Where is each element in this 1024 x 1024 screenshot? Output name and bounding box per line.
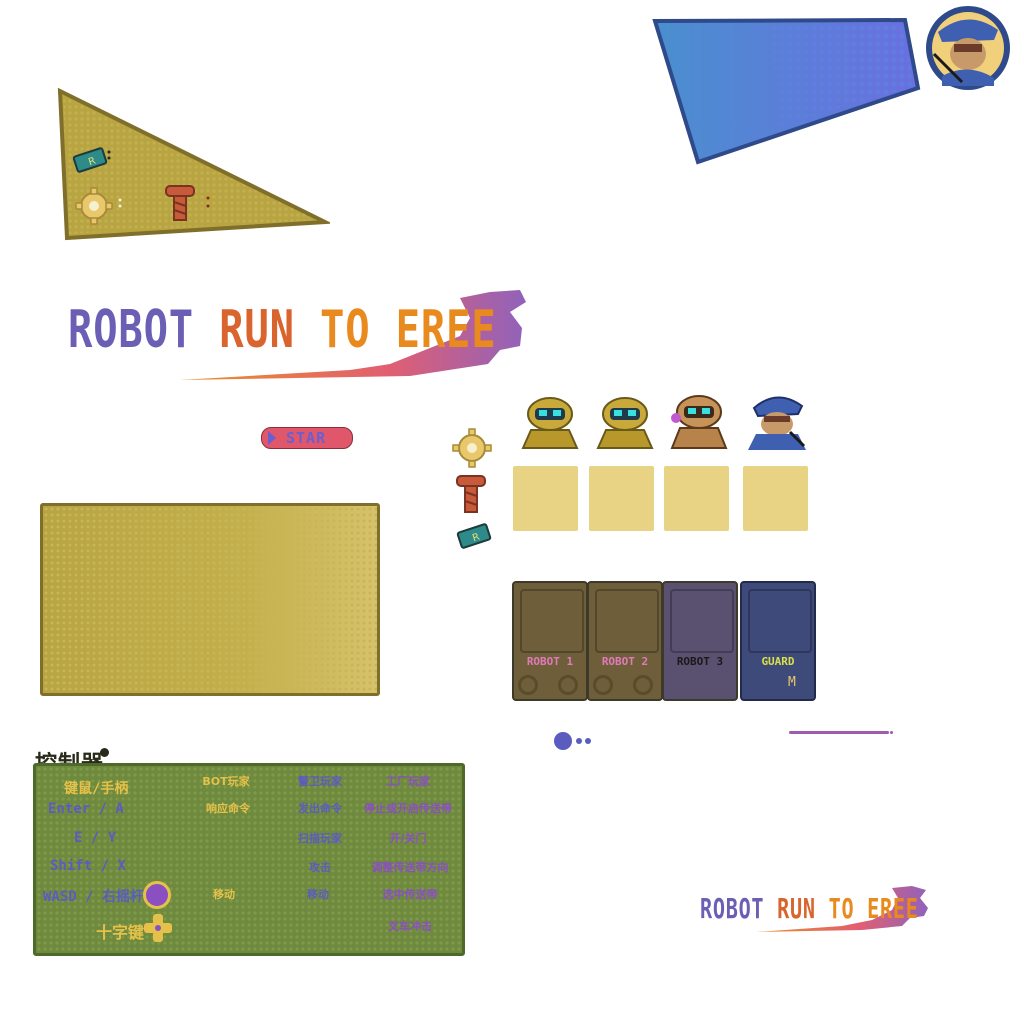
loading-dot <box>554 732 572 750</box>
player-card-robot-2[interactable]: ROBOT 2 <box>587 581 663 701</box>
player-card-robot-1[interactable]: ROBOT 1 <box>512 581 588 701</box>
inventory-slot[interactable] <box>743 466 808 531</box>
card-label: ROBOT 3 <box>676 655 724 668</box>
card-label: ROBOT 2 <box>601 655 649 668</box>
card-label: ROBOT 1 <box>526 655 574 668</box>
robot-icon <box>521 397 579 449</box>
gear-icon <box>75 187 122 225</box>
card-label: GUARD <box>761 655 795 668</box>
control-key: E / Y <box>74 830 117 846</box>
robot-icon <box>670 395 728 449</box>
controls-heading-dot <box>100 748 109 757</box>
column-header-guard: 警卫玩家 <box>298 775 342 788</box>
game-title: ROBOT RUN TO EREE <box>68 300 497 360</box>
control-cell: 移动 <box>213 888 235 901</box>
column-header-bot: BOT玩家 <box>202 775 250 788</box>
column-header-factory: 工厂玩家 <box>386 775 430 788</box>
inventory-slot[interactable] <box>513 466 578 531</box>
inventory-slot[interactable] <box>664 466 729 531</box>
loading-dot <box>576 738 582 744</box>
joystick-icon <box>143 881 171 909</box>
control-key: 键鼠/手柄 <box>64 781 129 797</box>
control-cell: 停止或开启传送带 <box>364 802 452 815</box>
gear-icon <box>593 675 613 695</box>
control-cell: 叉车冲击 <box>388 920 432 933</box>
robot-icon <box>596 397 654 449</box>
gear-icon <box>633 675 653 695</box>
control-cell: 选中传送带 <box>382 888 438 901</box>
dpad-icon <box>144 914 172 942</box>
control-key: Shift / X <box>50 858 126 874</box>
player-card-guard[interactable]: GUARD M <box>740 581 816 701</box>
inventory-slot[interactable] <box>589 466 654 531</box>
info-panel <box>40 503 380 696</box>
screw-icon <box>165 185 210 221</box>
guard-status-panel <box>652 17 921 165</box>
play-icon <box>268 431 276 445</box>
control-cell: 移动 <box>307 888 329 901</box>
progress-line <box>789 731 889 734</box>
control-cell: 调整传送带方向 <box>371 861 449 874</box>
control-key: Enter / A <box>48 801 124 817</box>
gear-icon <box>558 675 578 695</box>
control-key: WASD / 右摇杆 <box>43 889 145 905</box>
progress-line-end <box>890 731 893 734</box>
player-card-robot-3[interactable]: ROBOT 3 <box>662 581 738 701</box>
guard-avatar-icon <box>926 6 1010 90</box>
guard-icon <box>748 396 806 450</box>
control-cell: 扫描玩家 <box>298 832 342 845</box>
loading-indicator <box>554 732 598 750</box>
start-button[interactable]: STAR <box>261 427 353 449</box>
control-cell: 发出命令 <box>298 802 342 815</box>
loading-dot <box>585 738 591 744</box>
control-cell: 响应命令 <box>206 802 250 815</box>
gear-icon <box>452 428 492 468</box>
start-button-label: STAR <box>286 429 327 447</box>
screw-icon <box>456 475 486 513</box>
control-cell: 攻击 <box>309 861 331 874</box>
chip-icon: R <box>456 523 492 549</box>
control-key: 十字键 <box>96 923 145 942</box>
control-cell: 开/关门 <box>389 832 427 845</box>
small-game-title: ROBOT RUN TO EREE <box>700 892 919 925</box>
card-badge: M <box>788 675 796 690</box>
gear-icon <box>518 675 538 695</box>
chip-icon: R <box>72 147 111 173</box>
